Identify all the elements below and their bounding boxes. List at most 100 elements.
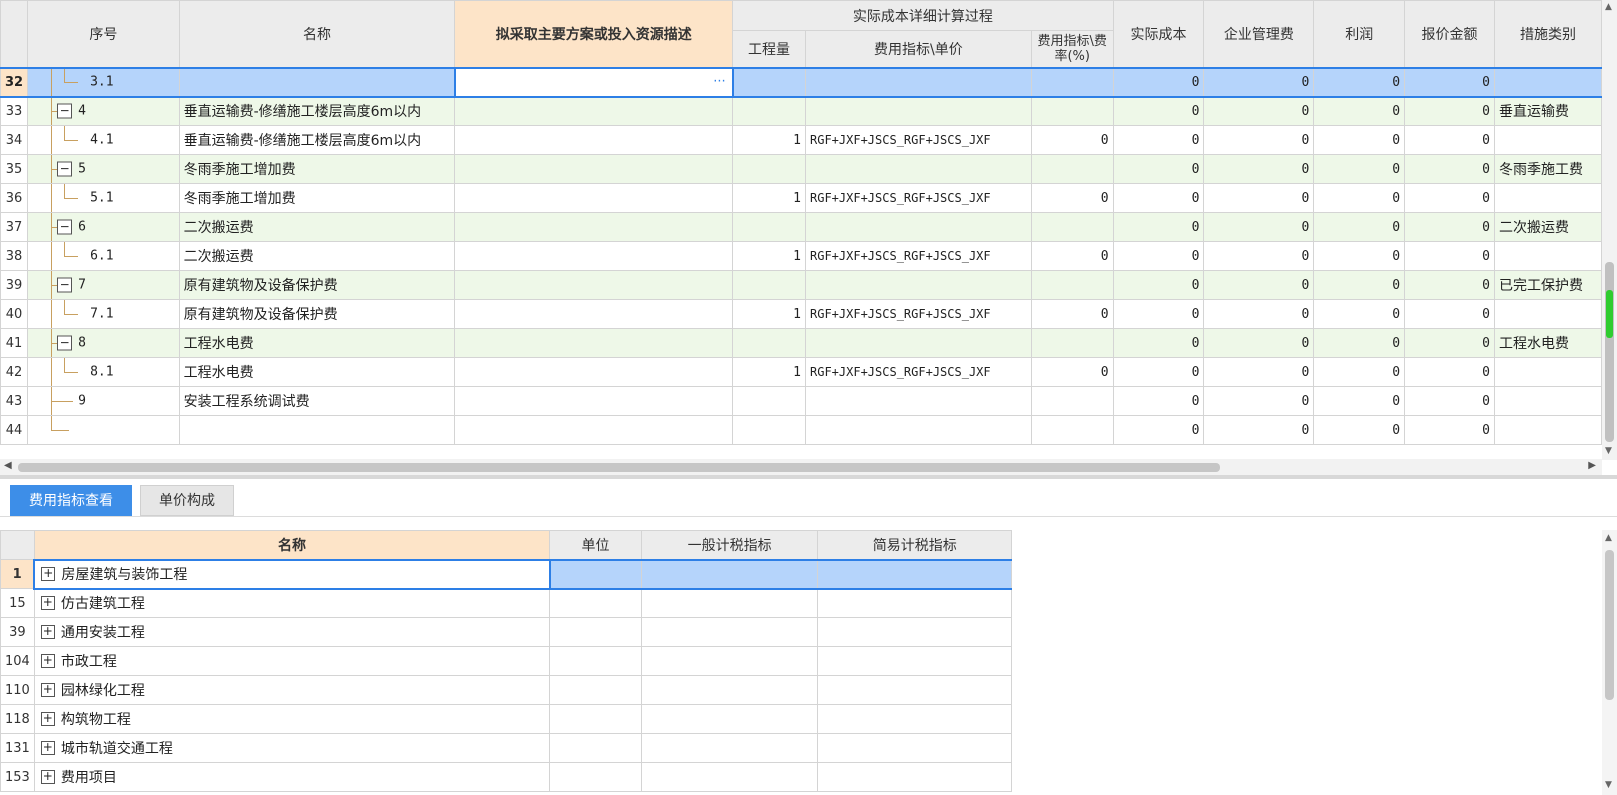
simple-tax-cell[interactable]	[817, 588, 1012, 618]
mgmt-fee-cell[interactable]: 0	[1203, 357, 1315, 387]
qty-cell[interactable]	[732, 270, 806, 300]
col-header-index-unit[interactable]: 费用指标\单价	[805, 30, 1032, 68]
index-name-cell[interactable]: + 园林绿化工程	[33, 675, 551, 705]
col-header-actual-cost[interactable]: 实际成本	[1112, 0, 1205, 68]
rate-cell[interactable]	[1030, 386, 1114, 416]
general-tax-cell[interactable]	[640, 704, 819, 734]
plus-box-icon[interactable]: +	[40, 625, 55, 639]
minus-box-icon[interactable]: −	[57, 335, 73, 351]
quote-cell[interactable]: 0	[1404, 241, 1495, 271]
row-number[interactable]: 131	[0, 733, 35, 763]
table-row[interactable]: 35−5 冬雨季施工增加费 0 0 0 0 冬雨季施工费	[0, 154, 1602, 184]
unit-cell[interactable]	[549, 733, 642, 763]
mgmt-fee-cell[interactable]: 0	[1203, 183, 1315, 213]
list-item[interactable]: 39 + 通用安装工程	[0, 617, 1012, 647]
plan-cell[interactable]	[454, 96, 734, 126]
quote-cell[interactable]: 0	[1404, 212, 1495, 242]
formula-cell[interactable]	[805, 212, 1032, 242]
quote-cell[interactable]: 0	[1404, 66, 1495, 98]
rate-cell[interactable]: 0	[1030, 125, 1114, 155]
actual-cost-cell[interactable]: 0	[1112, 212, 1205, 242]
category-cell[interactable]	[1493, 241, 1602, 271]
quote-cell[interactable]: 0	[1404, 415, 1495, 445]
plan-cell[interactable]	[454, 415, 734, 445]
unit-cell[interactable]	[549, 588, 642, 618]
index-name-cell[interactable]: + 通用安装工程	[33, 617, 551, 647]
actual-cost-cell[interactable]: 0	[1112, 241, 1205, 271]
profit-cell[interactable]: 0	[1313, 386, 1406, 416]
minus-box-icon[interactable]: −	[57, 219, 73, 235]
qty-cell[interactable]: 1	[732, 183, 806, 213]
row-number[interactable]: 43	[0, 386, 29, 416]
mgmt-fee-cell[interactable]: 0	[1203, 96, 1315, 126]
list-item[interactable]: 15 + 仿古建筑工程	[0, 588, 1012, 618]
general-tax-cell[interactable]	[640, 588, 819, 618]
index-name-cell[interactable]: + 仿古建筑工程	[33, 588, 551, 618]
formula-cell[interactable]	[805, 96, 1032, 126]
table-row[interactable]: 33−4 垂直运输费-修缮施工楼层高度6m以内 0 0 0 0 垂直运输费	[0, 96, 1602, 126]
plus-box-icon[interactable]: +	[40, 741, 55, 755]
row-number[interactable]: 34	[0, 125, 29, 155]
profit-cell[interactable]: 0	[1313, 415, 1406, 445]
plan-cell[interactable]	[454, 328, 734, 358]
table-row[interactable]: 34 4.1 垂直运输费-修缮施工楼层高度6m以内 1 RGF+JXF+JSCS_RGF…	[0, 125, 1602, 155]
formula-cell[interactable]: RGF+JXF+JSCS_RGF+JSCS_JXF	[805, 299, 1032, 329]
simple-tax-cell[interactable]	[817, 646, 1012, 676]
minus-box-icon[interactable]: −	[57, 161, 73, 177]
col-header-unit[interactable]: 单位	[549, 530, 642, 560]
lower-scroll-down-arrow-icon[interactable]: ▼	[1605, 780, 1612, 790]
quote-cell[interactable]: 0	[1404, 386, 1495, 416]
profit-cell[interactable]: 0	[1313, 154, 1406, 184]
plan-cell[interactable]	[454, 125, 734, 155]
simple-tax-cell[interactable]	[817, 762, 1012, 792]
simple-tax-cell[interactable]	[817, 617, 1012, 647]
simple-tax-cell[interactable]	[817, 558, 1012, 590]
mgmt-fee-cell[interactable]: 0	[1203, 270, 1315, 300]
rate-cell[interactable]: 0	[1030, 299, 1114, 329]
quote-cell[interactable]: 0	[1404, 96, 1495, 126]
category-cell[interactable]: 工程水电费	[1493, 328, 1602, 358]
category-cell[interactable]	[1493, 357, 1602, 387]
general-tax-cell[interactable]	[640, 733, 819, 763]
list-item[interactable]: 131 + 城市轨道交通工程	[0, 733, 1012, 763]
row-number[interactable]: 41	[0, 328, 29, 358]
col-header-index-name[interactable]: 名称	[33, 530, 551, 560]
seq-cell[interactable]: −4	[27, 96, 180, 126]
name-cell[interactable]: 二次搬运费	[178, 212, 456, 242]
seq-cell[interactable]: −8	[27, 328, 180, 358]
col-header-simple-tax[interactable]: 简易计税指标	[817, 530, 1012, 560]
row-number[interactable]: 36	[0, 183, 29, 213]
name-cell[interactable]: 原有建筑物及设备保护费	[178, 270, 456, 300]
rate-cell[interactable]: 0	[1030, 183, 1114, 213]
formula-cell[interactable]: RGF+JXF+JSCS_RGF+JSCS_JXF	[805, 357, 1032, 387]
hscroll-thumb[interactable]	[18, 463, 1220, 472]
plus-box-icon[interactable]: +	[40, 596, 55, 611]
table-row[interactable]: 43 9 安装工程系统调试费 0 0 0 0	[0, 386, 1602, 416]
row-number[interactable]: 39	[0, 617, 35, 647]
formula-cell[interactable]: RGF+JXF+JSCS_RGF+JSCS_JXF	[805, 183, 1032, 213]
mgmt-fee-cell[interactable]: 0	[1203, 66, 1315, 98]
rate-cell[interactable]	[1030, 154, 1114, 184]
quote-cell[interactable]: 0	[1404, 125, 1495, 155]
row-number[interactable]: 153	[0, 762, 35, 792]
table-row[interactable]: 32 3.1 ··· 0 0 0 0	[0, 66, 1602, 98]
qty-cell[interactable]	[732, 96, 806, 126]
actual-cost-cell[interactable]: 0	[1112, 386, 1205, 416]
qty-cell[interactable]	[732, 66, 806, 98]
scroll-left-arrow-icon[interactable]: ◀	[4, 460, 12, 471]
plan-cell[interactable]	[454, 241, 734, 271]
general-tax-cell[interactable]	[640, 617, 819, 647]
profit-cell[interactable]: 0	[1313, 328, 1406, 358]
table-row[interactable]: 44 0 0 0 0	[0, 415, 1602, 445]
scroll-down-arrow-icon[interactable]: ▼	[1605, 446, 1612, 456]
name-cell[interactable]: 工程水电费	[178, 357, 456, 387]
mgmt-fee-cell[interactable]: 0	[1203, 299, 1315, 329]
category-cell[interactable]: 已完工保护费	[1493, 270, 1602, 300]
list-item[interactable]: 104 + 市政工程	[0, 646, 1012, 676]
plus-box-icon[interactable]: +	[40, 683, 55, 697]
mgmt-fee-cell[interactable]: 0	[1203, 154, 1315, 184]
row-number[interactable]: 1	[0, 559, 35, 589]
row-number[interactable]: 40	[0, 299, 29, 329]
index-name-cell[interactable]: + 市政工程	[33, 646, 551, 676]
category-cell[interactable]	[1493, 125, 1602, 155]
